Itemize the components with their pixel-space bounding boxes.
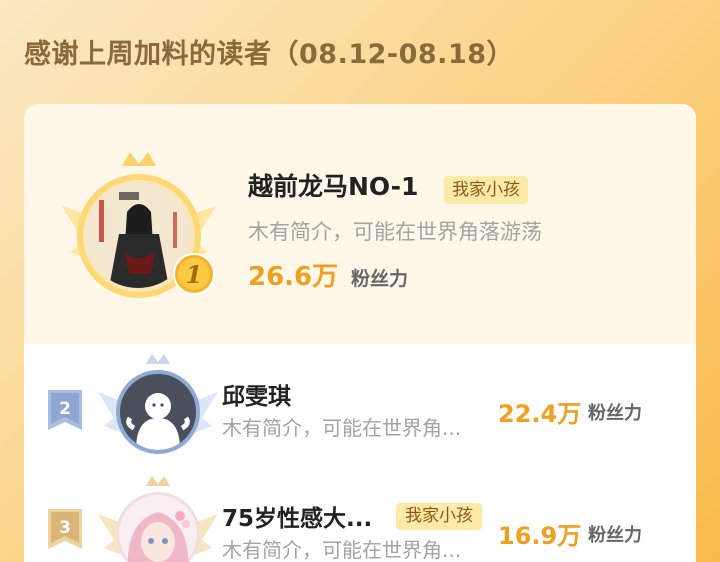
fans-label: 粉丝力 bbox=[588, 403, 642, 424]
page-title: 感谢上周加料的读者（08.12-08.18） bbox=[24, 39, 515, 70]
fans-count: 26.6万 bbox=[248, 262, 339, 292]
rank-1-number: 1 bbox=[186, 260, 203, 289]
readers-card: 1 越前龙马NO-1 我家小孩 木有简介，可能在世界角落游荡 26.6万 粉丝力… bbox=[24, 104, 696, 562]
default-avatar-icon bbox=[126, 393, 190, 450]
reader-name: 邱雯琪 bbox=[222, 384, 291, 410]
rank-2-flag: 2 bbox=[48, 390, 82, 430]
rank-1-badge: 1 bbox=[173, 253, 215, 295]
rank-3-flag: 3 bbox=[48, 509, 82, 549]
reader-description: 木有简介，可能在世界角... bbox=[222, 416, 462, 440]
fans-label: 粉丝力 bbox=[351, 268, 409, 290]
reader-description: 木有简介，可能在世界角落游荡 bbox=[248, 220, 542, 244]
reader-name: 越前龙马NO-1 bbox=[248, 172, 419, 201]
fans-count: 16.9万 bbox=[498, 522, 582, 550]
avatar[interactable] bbox=[116, 370, 200, 454]
fans-label: 粉丝力 bbox=[588, 525, 642, 546]
reader-tag: 我家小孩 bbox=[444, 176, 528, 204]
rank-2-number: 2 bbox=[59, 399, 71, 419]
reader-tag: 我家小孩 bbox=[396, 503, 482, 530]
reader-description: 木有简介，可能在世界角... bbox=[222, 538, 462, 562]
fans-count: 22.4万 bbox=[498, 400, 582, 428]
rank-3-number: 3 bbox=[59, 518, 71, 538]
reader-name: 75岁性感大... bbox=[222, 506, 373, 532]
